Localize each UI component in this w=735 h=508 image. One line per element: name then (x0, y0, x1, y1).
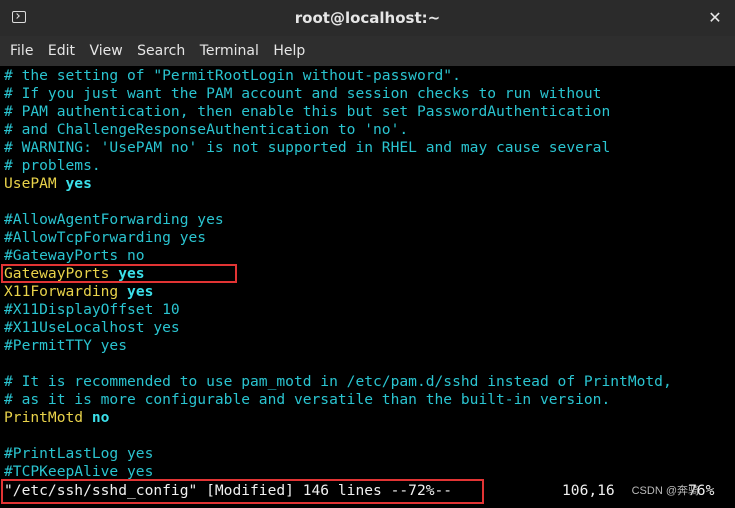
config-value: yes (127, 283, 154, 300)
config-value: yes (65, 175, 92, 192)
status-message: "/etc/ssh/sshd_config" [Modified] 146 li… (4, 482, 453, 499)
menu-search[interactable]: Search (133, 36, 189, 66)
editor-line: PrintMotd no (4, 409, 109, 427)
terminal-window: root@localhost:~ ✕ File Edit View Search… (0, 0, 735, 508)
config-key: X11Forwarding (4, 283, 119, 300)
menu-edit[interactable]: Edit (44, 36, 79, 66)
gatewayports-highlight-box (1, 264, 237, 283)
comment-line: #AllowTcpForwarding yes (4, 229, 207, 246)
close-icon[interactable]: ✕ (703, 6, 727, 30)
config-key: PrintMotd (4, 409, 84, 426)
menu-terminal[interactable]: Terminal (196, 36, 263, 66)
menu-file[interactable]: File (6, 36, 37, 66)
terminal-content[interactable]: # the setting of "PermitRootLogin withou… (0, 66, 735, 508)
config-value: no (91, 409, 110, 426)
comment-line: #X11UseLocalhost yes (4, 319, 180, 336)
cursor-position: 106,16 (562, 482, 615, 499)
comment-line: #GatewayPorts no (4, 247, 145, 264)
comment-line: # WARNING: 'UsePAM no' is not supported … (4, 139, 611, 156)
comment-line: # It is recommended to use pam_motd in /… (4, 373, 672, 390)
comment-line: # as it is more configurable and versati… (4, 391, 611, 408)
comment-line: #X11DisplayOffset 10 (4, 301, 180, 318)
editor-line: UsePAM yes (4, 175, 92, 193)
config-key: UsePAM (4, 175, 57, 192)
comment-line: #PrintLastLog yes (4, 445, 154, 462)
menu-bar: File Edit View Search Terminal Help (0, 36, 735, 66)
comment-line: # If you just want the PAM account and s… (4, 85, 602, 102)
menu-view[interactable]: View (85, 36, 126, 66)
comment-line: # the setting of "PermitRootLogin withou… (4, 67, 461, 84)
menu-help[interactable]: Help (269, 36, 309, 66)
editor-line: X11Forwarding yes (4, 283, 153, 301)
title-bar[interactable]: root@localhost:~ ✕ (0, 0, 735, 36)
comment-line: # and ChallengeResponseAuthentication to… (4, 121, 409, 138)
comment-line: # problems. (4, 157, 101, 174)
comment-line: #PermitTTY yes (4, 337, 128, 354)
watermark: CSDN @奔骑 (631, 485, 699, 497)
window-title: root@localhost:~ (294, 9, 441, 27)
comment-line: # PAM authentication, then enable this b… (4, 103, 611, 120)
comment-line: #AllowAgentForwarding yes (4, 211, 224, 228)
